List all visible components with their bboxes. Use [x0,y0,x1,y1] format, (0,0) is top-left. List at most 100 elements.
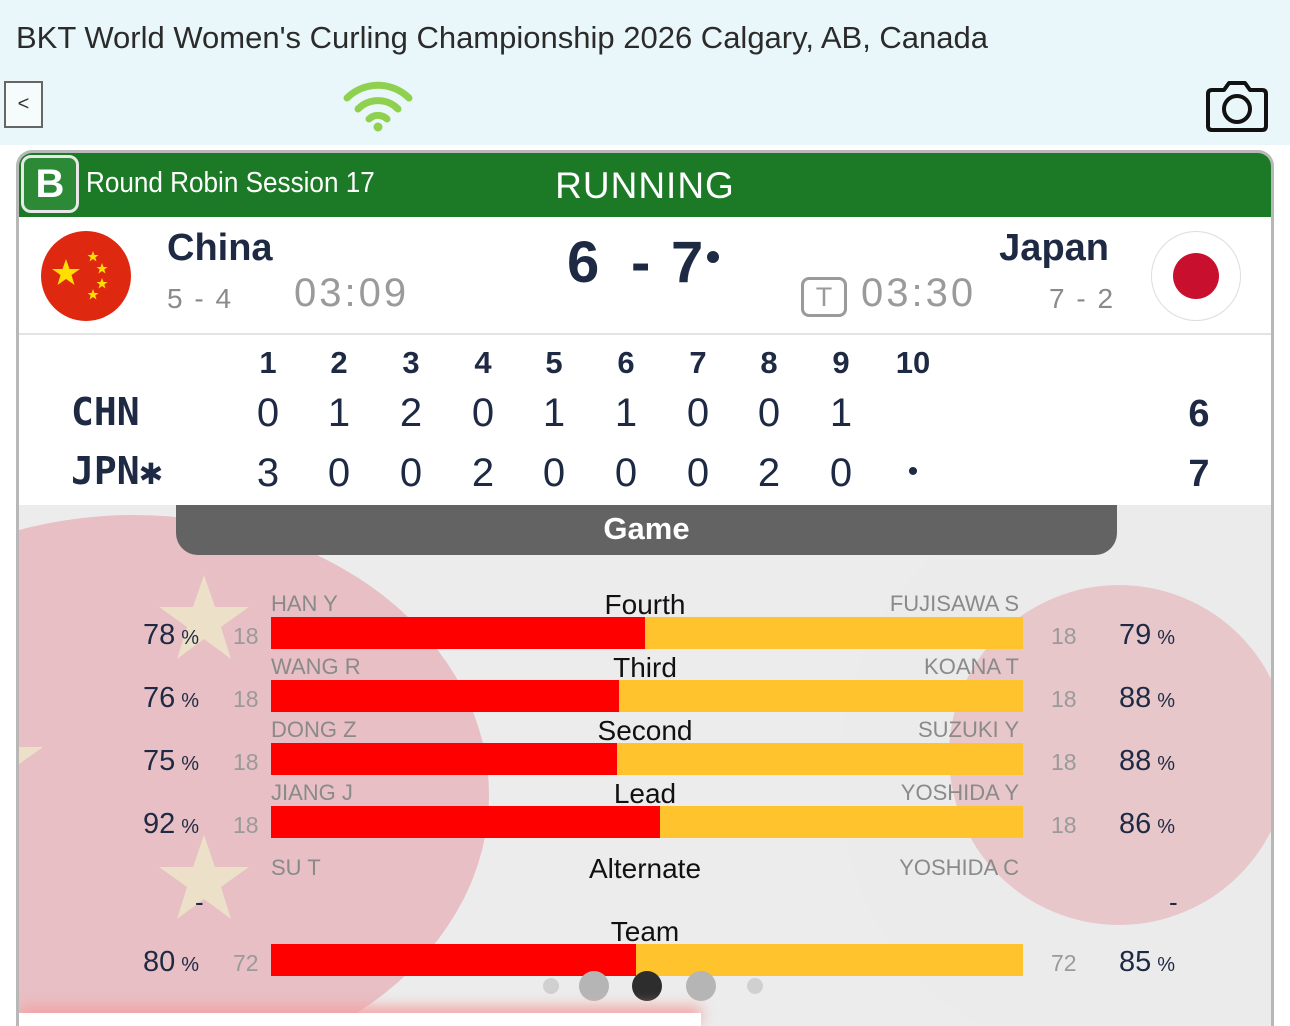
third-china-shots: 18 [233,686,259,712]
japan-end-score: 0 [399,451,423,495]
back-button[interactable]: < [4,81,43,128]
japan-end-score: • [907,455,919,488]
score-separator: - [631,230,651,295]
china-total: 6 [1188,393,1210,435]
china-flag-icon [41,231,131,321]
japan-code-text: JPN [71,449,140,493]
fourth-japan-shots: 18 [1051,623,1077,649]
second-japan-percent-value: 88 [1119,745,1152,777]
china-team-name: China [167,227,273,269]
china-end-score: 0 [686,391,710,435]
lead-japan-percent-value: 86 [1119,808,1152,840]
linescore-table: CHN JPN✱ 6 7 1 2 3 4 5 6 7 8 9 10 0 1 2 0 1 1 0 0 1 3 0 0 2 0 0 0… [19,335,1271,505]
page-dot[interactable] [686,971,716,1001]
japan-flag-icon [1151,231,1241,321]
game-status: RUNNING [555,165,735,206]
page-indicator[interactable] [19,971,1271,1005]
game-header: B Round Robin Session 17 RUNNING [19,153,1271,217]
third-japan-percent-value: 88 [1119,682,1152,714]
footer-divider [19,1013,701,1026]
japan-end-score: 0 [327,451,351,495]
page-dot[interactable] [543,978,559,994]
japan-end-score: 0 [686,451,710,495]
alternate-label: Alternate [588,853,702,884]
page-dot[interactable] [579,971,609,1001]
stat-row-third: WANG R KOANA T Third 76% 18 18 88% [19,652,1271,716]
second-china-shots: 18 [233,749,259,775]
fourth-china-bar-fill [271,617,645,649]
end-header: 9 [832,345,850,380]
japan-record: 7 - 2 [1049,283,1116,314]
lead-japan-shots: 18 [1051,812,1077,838]
end-header: 6 [617,345,635,380]
japan-end-score: 0 [542,451,566,495]
end-header: 3 [402,345,420,380]
second-china-bar-fill [271,743,617,775]
alternate-china-value: - [195,887,204,917]
lead-china-percent: 92% [143,808,199,841]
third-china-percent: 76% [143,682,199,715]
china-record: 5 - 4 [167,283,234,314]
third-japan-shots: 18 [1051,686,1077,712]
hammer-indicator [707,251,719,263]
lead-china-percent-value: 92 [142,808,176,840]
japan-end-score: 2 [757,451,781,495]
alternate-japan-value: - [1169,887,1178,917]
japan-end-score: 0 [829,451,853,495]
fourth-japan-percent-value: 79 [1119,619,1152,651]
lead-percentage-bar [271,806,1023,838]
fourth-japan-percent: 79% [1119,619,1175,652]
end-header: 1 [259,345,277,380]
percent-unit: % [1157,627,1176,649]
japan-end-score: 2 [471,451,495,495]
second-percentage-bar [271,743,1023,775]
stat-row-fourth: HAN Y FUJISAWA S Fourth 78% 18 18 79% [19,589,1271,653]
japan-team-name: Japan [999,227,1109,269]
end-header: 8 [760,345,778,380]
percent-unit: % [181,816,199,838]
china-end-score: 1 [542,391,566,435]
lead-china-bar-fill [271,806,660,838]
second-japan-percent: 88% [1119,745,1175,778]
percent-unit: % [181,690,199,712]
third-china-percent-value: 76 [142,682,176,714]
fourth-percentage-bar [271,617,1023,649]
camera-icon[interactable] [1202,78,1272,134]
china-code: CHN [71,390,140,434]
end-header: 7 [689,345,707,380]
third-china-bar-fill [271,680,620,712]
alternate-japan-name: YOSHIDA C [899,855,1019,880]
lead-china-shots: 18 [233,812,259,838]
china-end-score: 1 [614,391,638,435]
timeout-icon: T [801,277,847,317]
event-title: BKT World Women's Curling Championship 2… [16,20,989,55]
stats-panel[interactable]: Game SU T Alternate YOSHIDA C - - HAN YF… [19,505,1271,1026]
stat-row-alternate: SU T Alternate YOSHIDA C - - [19,853,1271,917]
japan-code: JPN✱ [71,449,163,493]
end-header: 10 [895,345,931,380]
hammer-icon: ✱ [139,449,163,493]
china-thinking-time: 03:09 [294,271,410,315]
fourth-china-percent: 78% [143,619,199,652]
page-dot-active[interactable] [632,971,662,1001]
china-score: 6 [567,230,600,295]
china-end-score: 0 [471,391,495,435]
japan-end-score: 0 [614,451,638,495]
china-end-score: 1 [327,391,351,435]
china-end-score: 0 [256,391,280,435]
percent-unit: % [1157,753,1176,775]
tab-game[interactable]: Game [176,505,1117,555]
end-header: 5 [545,345,563,380]
third-percentage-bar [271,680,1023,712]
japan-score: 7 [671,230,704,295]
percent-unit: % [181,627,199,649]
third-japan-percent: 88% [1119,682,1175,715]
game-card: B Round Robin Session 17 RUNNING China 5… [16,150,1274,1026]
stat-row-second: DONG Z SUZUKI Y Second 75% 18 18 88% [19,715,1271,779]
page-dot[interactable] [747,978,763,994]
japan-total: 7 [1188,453,1210,495]
china-end-score: 2 [399,391,423,435]
percent-unit: % [1157,690,1176,712]
china-end-score: 0 [757,391,781,435]
japan-end-score: 3 [256,451,280,495]
